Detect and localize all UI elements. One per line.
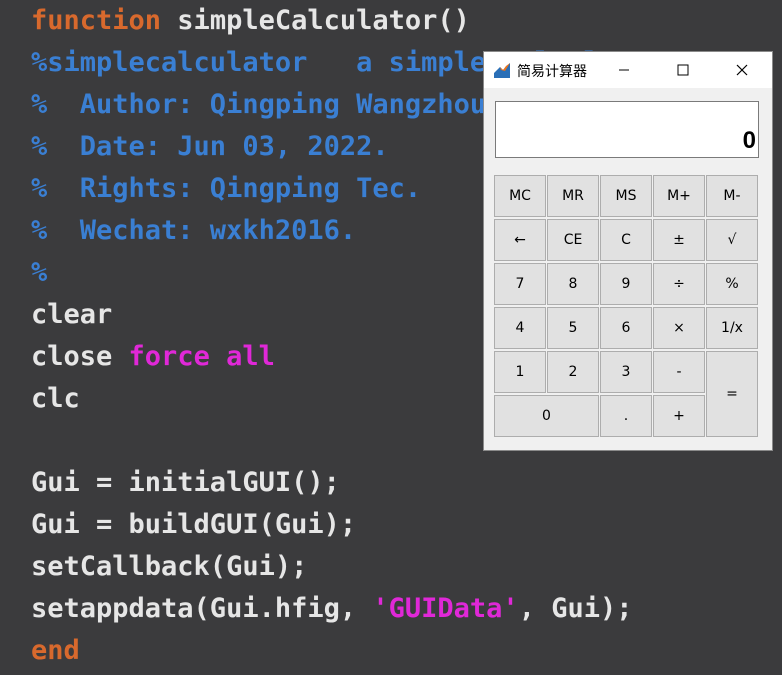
- code-line[interactable]: Gui = initialGUI();: [31, 462, 340, 504]
- calculator-display: 0: [495, 101, 759, 158]
- code-line[interactable]: setCallback(Gui);: [31, 546, 307, 588]
- ms-button[interactable]: MS: [600, 175, 652, 217]
- keyword-token: function: [31, 5, 162, 36]
- digit-2-button[interactable]: 2: [547, 351, 599, 393]
- comment-token: % Rights: Qingping Tec.: [31, 173, 422, 204]
- code-line[interactable]: setappdata(Gui.hfig, 'GUIData', Gui);: [31, 588, 632, 630]
- code-line[interactable]: % Author: Qingping Wangzhou: [31, 84, 486, 126]
- code-line[interactable]: close force all: [31, 336, 275, 378]
- close-button[interactable]: [719, 52, 765, 88]
- code-line[interactable]: end: [31, 630, 80, 672]
- string-token: 'GUIData': [372, 593, 519, 624]
- digit-5-button[interactable]: 5: [547, 307, 599, 349]
- digit-7-button[interactable]: 7: [494, 263, 546, 305]
- code-token: clear: [31, 299, 113, 330]
- code-line[interactable]: clc: [31, 378, 80, 420]
- comment-token: % Author: Qingping Wangzhou: [31, 89, 487, 120]
- percent-button[interactable]: %: [706, 263, 758, 305]
- code-token: simpleCalculator(): [161, 5, 470, 36]
- digit-1-button[interactable]: 1: [494, 351, 546, 393]
- mc-button[interactable]: MC: [494, 175, 546, 217]
- calculator-window: 简易计算器 0 MC MR MS M+ M- ← CE C ± √ 7 8 9 …: [483, 51, 773, 451]
- m-plus-button[interactable]: M+: [653, 175, 705, 217]
- maximize-button[interactable]: [660, 52, 706, 88]
- digit-8-button[interactable]: 8: [547, 263, 599, 305]
- code-line[interactable]: %: [31, 252, 47, 294]
- clear-button[interactable]: C: [600, 219, 652, 261]
- mr-button[interactable]: MR: [547, 175, 599, 217]
- code-line[interactable]: % Wechat: wxkh2016.: [31, 210, 356, 252]
- code-token: close: [31, 341, 129, 372]
- minimize-button[interactable]: [601, 52, 647, 88]
- plus-minus-button[interactable]: ±: [653, 219, 705, 261]
- code-token: clc: [31, 383, 80, 414]
- digit-4-button[interactable]: 4: [494, 307, 546, 349]
- comment-token: % Wechat: wxkh2016.: [31, 215, 357, 246]
- decimal-button[interactable]: .: [600, 395, 652, 437]
- code-token: setappdata(Gui.hfig,: [31, 593, 373, 624]
- reciprocal-button[interactable]: 1/x: [706, 307, 758, 349]
- subtract-button[interactable]: -: [653, 351, 705, 393]
- clear-entry-button[interactable]: CE: [547, 219, 599, 261]
- equals-button[interactable]: =: [706, 351, 758, 437]
- title-bar[interactable]: 简易计算器: [484, 52, 772, 88]
- digit-6-button[interactable]: 6: [600, 307, 652, 349]
- display-value: 0: [742, 127, 756, 154]
- backspace-button[interactable]: ←: [494, 219, 546, 261]
- divide-button[interactable]: ÷: [653, 263, 705, 305]
- string-token: force all: [128, 341, 275, 372]
- m-minus-button[interactable]: M-: [706, 175, 758, 217]
- code-line[interactable]: % Date: Jun 03, 2022.: [31, 126, 389, 168]
- code-line[interactable]: function simpleCalculator(): [31, 0, 470, 42]
- keyword-token: end: [31, 635, 80, 666]
- multiply-button[interactable]: ×: [653, 307, 705, 349]
- comment-token: %: [31, 257, 48, 288]
- code-token: Gui = buildGUI(Gui);: [31, 509, 357, 540]
- maximize-icon: [677, 64, 689, 76]
- digit-3-button[interactable]: 3: [600, 351, 652, 393]
- close-icon: [736, 64, 748, 76]
- code-token: Gui = initialGUI();: [31, 467, 340, 498]
- code-line[interactable]: % Rights: Qingping Tec.: [31, 168, 421, 210]
- code-line[interactable]: clear: [31, 294, 112, 336]
- add-button[interactable]: +: [653, 395, 705, 437]
- digit-0-button[interactable]: 0: [494, 395, 599, 437]
- minimize-icon: [619, 69, 629, 71]
- code-token: setCallback(Gui);: [31, 551, 308, 582]
- code-token: , Gui);: [518, 593, 633, 624]
- window-title: 简易计算器: [517, 64, 587, 80]
- sqrt-button[interactable]: √: [706, 219, 758, 261]
- code-line[interactable]: Gui = buildGUI(Gui);: [31, 504, 356, 546]
- digit-9-button[interactable]: 9: [600, 263, 652, 305]
- comment-token: % Date: Jun 03, 2022.: [31, 131, 389, 162]
- matlab-app-icon: [494, 62, 510, 78]
